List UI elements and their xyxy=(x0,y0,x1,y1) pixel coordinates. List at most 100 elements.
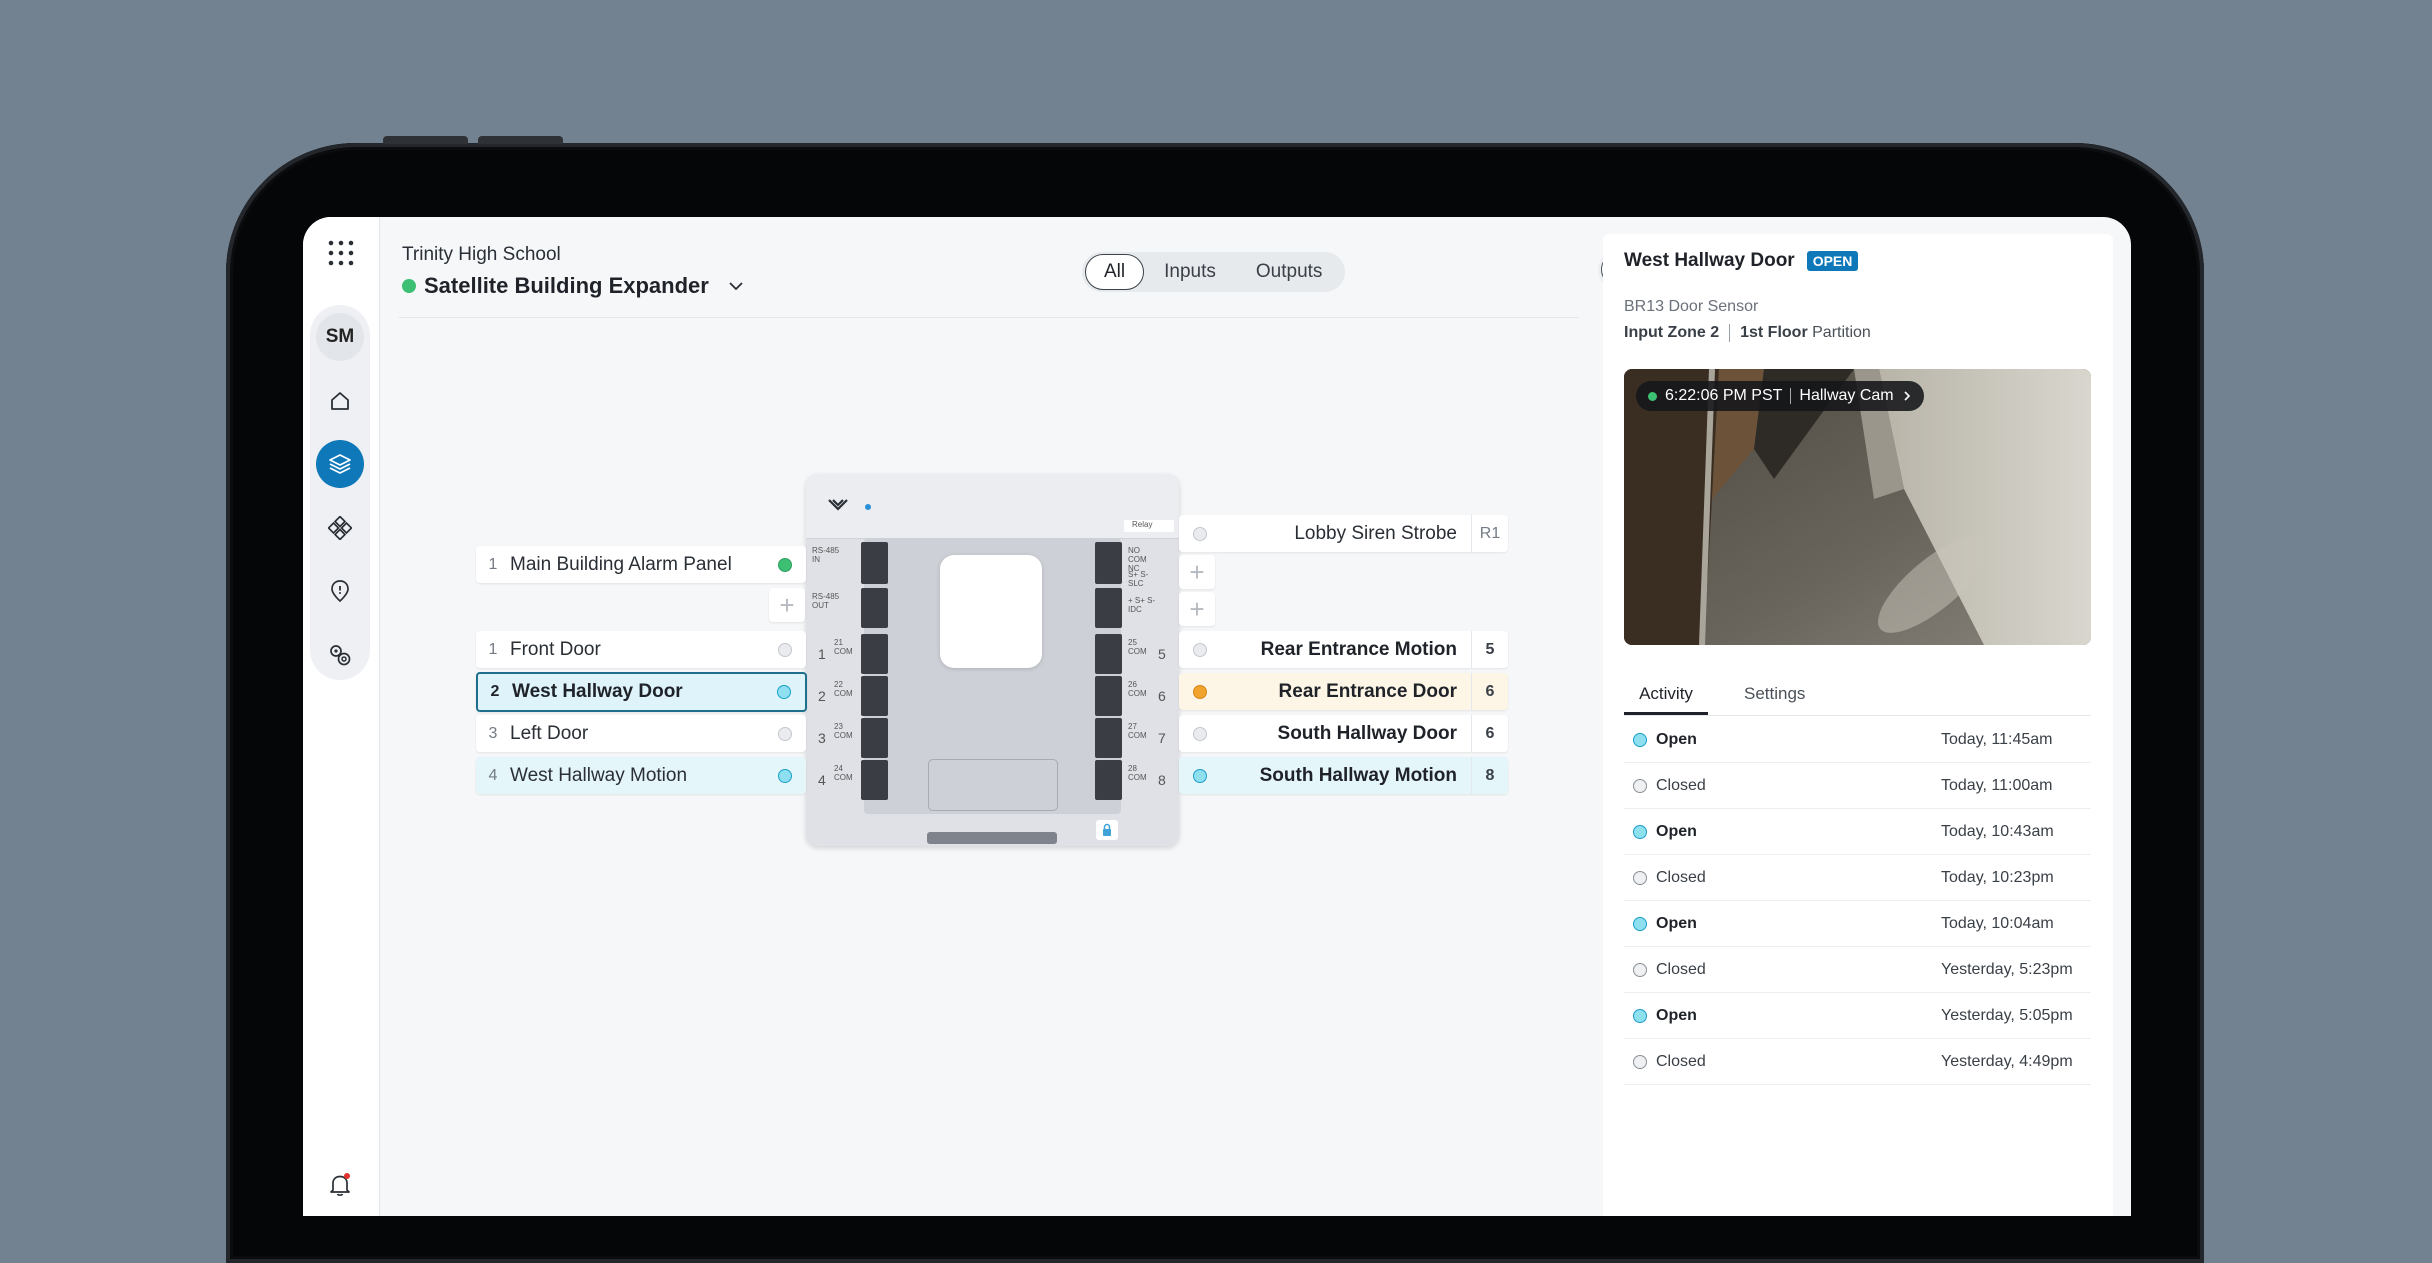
terminal-label: 25 COM xyxy=(1128,638,1147,656)
closed-indicator xyxy=(1633,778,1647,793)
detail-panel: West Hallway Door OPEN BR13 Door Sensor … xyxy=(1603,234,2113,1216)
activity-row[interactable]: Open Today, 10:04am xyxy=(1624,901,2091,947)
terminal-label: 22 COM xyxy=(834,680,853,698)
input-row-selected[interactable]: 2 West Hallway Door xyxy=(476,672,807,712)
port-tag: R1 xyxy=(1471,515,1508,552)
board-module-cover xyxy=(940,555,1042,668)
closed-indicator xyxy=(1633,1054,1647,1069)
activity-row[interactable]: Closed Yesterday, 4:49pm xyxy=(1624,1039,2091,1085)
panel-title: West Hallway Door xyxy=(1624,250,1795,271)
zone-number: 7 xyxy=(1158,730,1166,746)
status-indicator xyxy=(778,557,792,572)
port-label: South Hallway Motion xyxy=(1259,764,1457,786)
closed-indicator xyxy=(1633,870,1647,885)
activity-time: Today, 11:00am xyxy=(1941,776,2053,794)
terminal-label: RS-485 IN xyxy=(812,546,840,564)
camera-timestamp: 6:22:06 PM PST xyxy=(1665,387,1783,404)
activity-row[interactable]: Closed Today, 10:23pm xyxy=(1624,855,2091,901)
activity-state: Open xyxy=(1656,822,1697,840)
port-label: South Hallway Door xyxy=(1277,722,1457,744)
camera-overlay-pill[interactable]: 6:22:06 PM PST Hallway Cam xyxy=(1636,381,1924,411)
terminal-label: RS-485 OUT xyxy=(812,592,840,610)
terminal-block xyxy=(861,760,888,800)
terminal-block xyxy=(861,542,888,584)
divider xyxy=(1790,388,1792,404)
output-row[interactable]: Rear Entrance Motion 5 xyxy=(1179,631,1508,668)
add-port-button[interactable]: + xyxy=(1179,555,1215,589)
output-row[interactable]: South Hallway Motion 8 xyxy=(1179,757,1508,794)
zone-label: Input Zone 2 xyxy=(1624,324,1720,341)
devices-icon[interactable] xyxy=(316,440,364,488)
panel-title-row: West Hallway Door OPEN xyxy=(1624,250,1859,272)
floor-label: 1st Floor Partition xyxy=(1740,324,1871,342)
activity-time: Today, 10:23pm xyxy=(1941,868,2054,886)
port-tag: 6 xyxy=(1471,715,1508,752)
location-icon[interactable] xyxy=(316,567,364,615)
activity-row[interactable]: Closed Today, 11:00am xyxy=(1624,763,2091,809)
zone-number: 1 xyxy=(818,646,826,662)
filter-tab-outputs[interactable]: Outputs xyxy=(1236,254,1343,290)
terminal-label: 23 COM xyxy=(834,722,853,740)
activity-state: Closed xyxy=(1656,960,1706,978)
activity-row[interactable]: Open Yesterday, 5:05pm xyxy=(1624,993,2091,1039)
port-number: 2 xyxy=(490,683,500,700)
zone-number: 6 xyxy=(1158,688,1166,704)
page-header: Trinity High School Satellite Building E… xyxy=(399,217,1680,318)
zone-number: 2 xyxy=(818,688,826,704)
activity-row[interactable]: Open Today, 10:43am xyxy=(1624,809,2091,855)
settings-icon[interactable] xyxy=(316,631,364,679)
camera-feed[interactable]: 6:22:06 PM PST Hallway Cam xyxy=(1624,369,2091,645)
activity-row[interactable]: Closed Yesterday, 5:23pm xyxy=(1624,947,2091,993)
lock-icon xyxy=(1096,820,1118,840)
output-row[interactable]: South Hallway Door 6 xyxy=(1179,715,1508,752)
user-avatar[interactable]: SM xyxy=(316,313,364,361)
port-number: 3 xyxy=(488,724,498,742)
status-indicator xyxy=(777,685,791,699)
activity-time: Yesterday, 5:23pm xyxy=(1941,960,2073,978)
terminal-label: 24 COM xyxy=(834,764,853,782)
status-indicator xyxy=(1193,642,1207,657)
output-row[interactable]: Lobby Siren Strobe R1 xyxy=(1179,515,1508,552)
terminal-block xyxy=(861,634,888,674)
activity-time: Today, 11:45am xyxy=(1941,730,2053,748)
port-label: Front Door xyxy=(510,638,601,660)
input-row[interactable]: 1 Front Door xyxy=(476,631,806,668)
activity-time: Today, 10:43am xyxy=(1941,822,2054,840)
notifications-bell-icon[interactable] xyxy=(316,1161,364,1209)
input-row[interactable]: 3 Left Door xyxy=(476,715,806,752)
integrations-icon[interactable] xyxy=(316,504,364,552)
status-indicator xyxy=(1193,768,1207,783)
filter-tab-inputs[interactable]: Inputs xyxy=(1144,254,1236,290)
activity-row[interactable]: Open Today, 11:45am xyxy=(1624,717,2091,763)
terminal-label: 27 COM xyxy=(1128,722,1147,740)
input-row[interactable]: 4 West Hallway Motion xyxy=(476,757,806,794)
open-indicator xyxy=(1633,824,1647,839)
add-port-button[interactable]: + xyxy=(769,588,805,622)
input-row[interactable]: 1 Main Building Alarm Panel xyxy=(476,546,806,583)
port-label: Left Door xyxy=(510,722,589,744)
filter-tab-all[interactable]: All xyxy=(1085,254,1145,290)
status-badge: OPEN xyxy=(1806,251,1859,271)
chevron-right-icon xyxy=(1904,391,1910,401)
chevron-down-icon[interactable] xyxy=(725,275,747,297)
divider xyxy=(1729,324,1731,342)
device-name: Satellite Building Expander xyxy=(424,273,709,298)
home-icon[interactable] xyxy=(316,377,364,425)
output-row[interactable]: Rear Entrance Door 6 xyxy=(1179,673,1508,710)
terminal-block xyxy=(1095,676,1122,716)
volume-down-button xyxy=(478,136,563,144)
open-indicator xyxy=(1633,916,1647,931)
port-label: West Hallway Motion xyxy=(510,764,688,786)
panel-tabs: Activity Settings xyxy=(1624,675,2091,716)
terminal-label: 26 COM xyxy=(1128,680,1147,698)
port-tag: 8 xyxy=(1471,757,1508,794)
add-port-button[interactable]: + xyxy=(1179,592,1215,626)
device-selector[interactable]: Satellite Building Expander xyxy=(402,273,747,299)
tab-settings[interactable]: Settings xyxy=(1744,675,1805,713)
terminal-label: NO COM NC xyxy=(1128,546,1147,573)
live-indicator xyxy=(1648,391,1657,401)
tab-activity[interactable]: Activity xyxy=(1624,675,1708,715)
apps-grid-icon[interactable] xyxy=(327,239,355,267)
port-label: Lobby Siren Strobe xyxy=(1294,522,1457,544)
port-number: 1 xyxy=(488,555,498,573)
